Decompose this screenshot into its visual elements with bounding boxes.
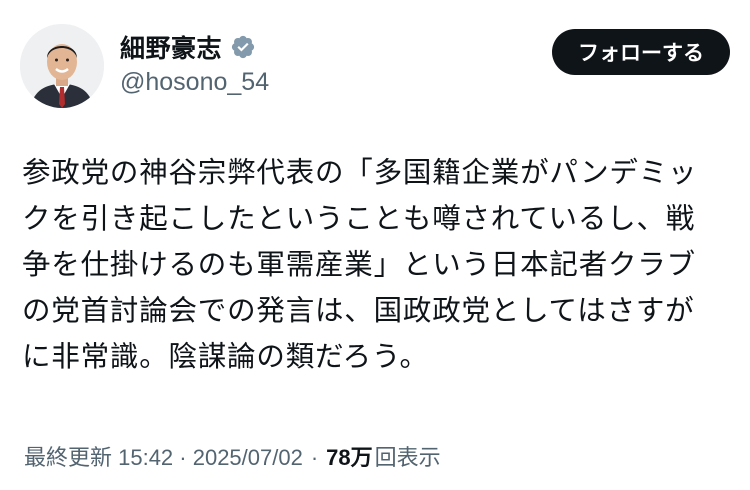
meta-separator: · — [310, 445, 319, 470]
avatar-image — [20, 24, 104, 108]
post-header: 細野豪志 @hosono_54 フォローする — [20, 24, 730, 108]
display-name-row: 細野豪志 — [120, 30, 269, 64]
follow-button[interactable]: フォローする — [552, 29, 730, 75]
post-meta: 最終更新 15:42 · 2025/07/02 · 78万 回表示 — [24, 440, 441, 472]
author-handle[interactable]: @hosono_54 — [120, 68, 269, 97]
views-label: 回表示 — [374, 445, 441, 470]
post-text: 参政党の神谷宗弊代表の「多国籍企業がパンデミッ クを引き起こしたということも噂さ… — [22, 156, 698, 373]
post-card: 細野豪志 @hosono_54 フォローする 参政党の神谷宗弊代表の「多国籍企業… — [0, 0, 750, 490]
avatar[interactable] — [20, 24, 104, 108]
verified-badge-icon[interactable] — [230, 34, 256, 60]
post-timestamp[interactable]: 最終更新 15:42 · 2025/07/02 — [24, 440, 303, 472]
author-display-name[interactable]: 細野豪志 — [120, 29, 222, 65]
author-names: 細野豪志 @hosono_54 — [120, 30, 269, 97]
views-count[interactable]: 78万 — [326, 440, 372, 472]
